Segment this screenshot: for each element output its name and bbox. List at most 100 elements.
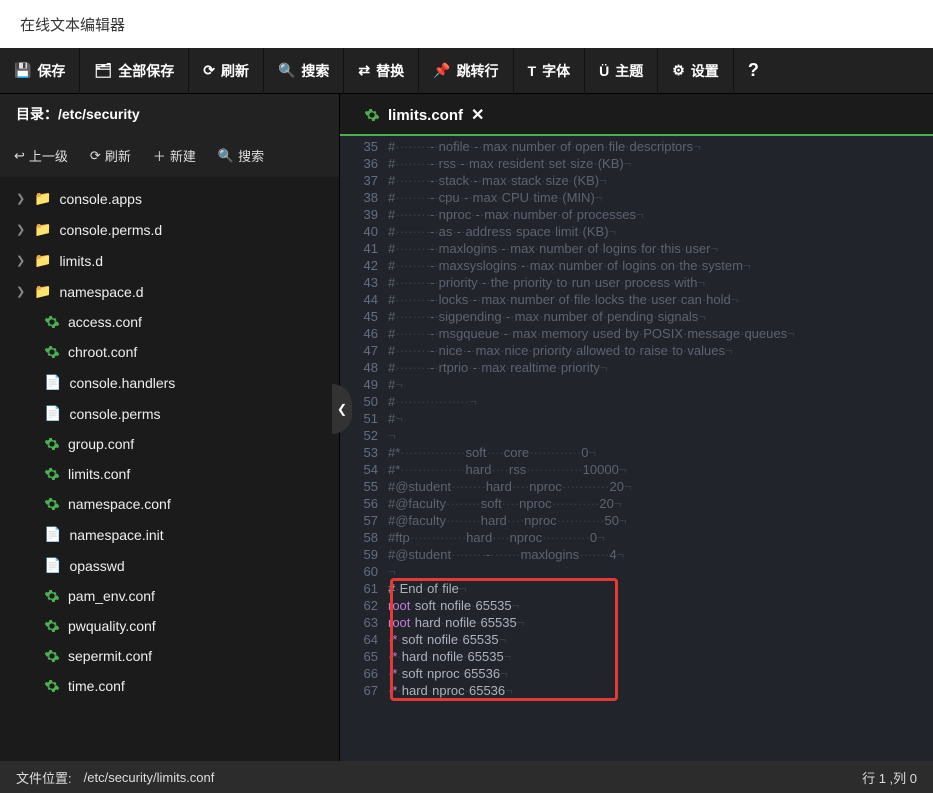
file-icon: 📄 — [44, 405, 61, 422]
gear-icon — [44, 588, 60, 604]
settings-label: 设置 — [691, 61, 719, 81]
editor: limits.conf ✕ 35363738394041424344454647… — [340, 94, 933, 761]
up-icon: ↩ — [14, 148, 25, 164]
plus-icon: ＋ — [153, 146, 166, 165]
settings-button[interactable]: ⚙ 设置 — [658, 48, 733, 94]
search-button[interactable]: 🔍 搜索 — [264, 48, 343, 94]
gear-icon: ⚙ — [672, 62, 685, 79]
tree-item[interactable]: 📄 namespace.init — [0, 519, 339, 550]
file-icon: 📄 — [44, 557, 61, 574]
theme-label: 主题 — [615, 61, 643, 81]
app-title: 在线文本编辑器 — [20, 14, 125, 35]
up-button[interactable]: ↩上一级 — [4, 140, 78, 171]
gear-icon — [44, 618, 60, 634]
replace-button[interactable]: ⇄ 替换 — [344, 48, 418, 94]
tree-item[interactable]: 📄opasswd — [0, 550, 339, 581]
tree-item[interactable]: access.conf — [0, 307, 339, 337]
folder-icon: 📁 — [34, 190, 51, 207]
sidebar-path: 目录：/etc/security — [0, 94, 339, 134]
code-area[interactable]: 3536373839404142434445464748495051525354… — [340, 136, 933, 761]
tree-item[interactable]: pwquality.conf — [0, 611, 339, 641]
save-button[interactable]: 💾 保存 — [0, 48, 79, 94]
gear-icon — [44, 466, 60, 482]
item-label: console.perms — [69, 406, 160, 422]
item-label: console.apps — [59, 191, 142, 207]
item-label: namespace.conf — [68, 496, 171, 512]
tree-item[interactable]: ❯📁namespace.d — [0, 276, 339, 307]
tree-item[interactable]: ❯📁console.perms.d — [0, 214, 339, 245]
refresh-icon: ⟳ — [90, 148, 101, 164]
save-all-label: 全部保存 — [118, 61, 174, 81]
item-label: limits.conf — [68, 466, 130, 482]
tree-item[interactable]: limits.conf — [0, 459, 339, 489]
tree-item[interactable]: 📄 console.perms — [0, 398, 339, 429]
status-label: 文件位置: — [16, 768, 72, 787]
replace-icon: ⇄ — [358, 62, 370, 79]
tree-item[interactable]: chroot.conf — [0, 337, 339, 367]
item-label: namespace.init — [69, 527, 163, 543]
goto-line-button[interactable]: 📌 跳转行 — [419, 48, 512, 94]
replace-label: 替换 — [376, 61, 404, 81]
code-content[interactable]: #········-·nofile·-·max·number·of·open·f… — [388, 136, 933, 761]
path-label: 目录： — [16, 106, 58, 122]
help-label: ? — [748, 60, 759, 81]
path-value: /etc/security — [58, 106, 140, 122]
refresh-button[interactable]: ⟳ 刷新 — [189, 48, 263, 94]
status-path: /etc/security/limits.conf — [84, 770, 215, 785]
chevron-right-icon: ❯ — [16, 285, 26, 298]
item-label: group.conf — [68, 436, 134, 452]
gear-icon — [364, 107, 380, 123]
tree-item[interactable]: ❯📁limits.d — [0, 245, 339, 276]
sb-refresh-button[interactable]: ⟳刷新 — [80, 140, 141, 171]
search-label: 搜索 — [301, 61, 329, 81]
item-label: chroot.conf — [68, 344, 137, 360]
item-label: console.handlers — [69, 375, 175, 391]
sidebar: 目录：/etc/security ↩上一级 ⟳刷新 ＋新建 🔍搜索 ❯📁cons… — [0, 94, 340, 761]
item-label: time.conf — [68, 678, 125, 694]
tree-item[interactable]: ❯📁console.apps — [0, 183, 339, 214]
gear-icon — [44, 496, 60, 512]
file-icon: 📄 — [44, 526, 61, 543]
line-gutter: 3536373839404142434445464748495051525354… — [340, 136, 388, 761]
item-label: access.conf — [68, 314, 142, 330]
item-label: pam_env.conf — [68, 588, 155, 604]
toolbar: 💾 保存 🗂 全部保存 ⟳ 刷新 🔍 搜索 ⇄ 替换 📌 跳转行 T 字体 Ü … — [0, 48, 933, 94]
goto-icon: 📌 — [433, 62, 450, 79]
main: 目录：/etc/security ↩上一级 ⟳刷新 ＋新建 🔍搜索 ❯📁cons… — [0, 94, 933, 761]
save-label: 保存 — [37, 61, 65, 81]
theme-button[interactable]: Ü 主题 — [585, 48, 657, 94]
tree-item[interactable]: time.conf — [0, 671, 339, 701]
gear-icon — [44, 314, 60, 330]
search-icon: 🔍 — [278, 62, 295, 79]
save-all-button[interactable]: 🗂 全部保存 — [80, 48, 188, 94]
item-label: sepermit.conf — [68, 648, 152, 664]
help-button[interactable]: ? — [734, 48, 764, 94]
cursor-position: 行 1 ,列 0 — [862, 768, 917, 787]
tab-label: limits.conf — [388, 107, 463, 124]
goto-label: 跳转行 — [457, 61, 499, 81]
gear-icon — [44, 678, 60, 694]
chevron-right-icon: ❯ — [16, 223, 26, 236]
save-all-icon: 🗂 — [94, 62, 112, 79]
font-label: 字体 — [542, 61, 570, 81]
folder-icon: 📁 — [34, 283, 51, 300]
tab-limits-conf[interactable]: limits.conf ✕ — [350, 96, 498, 134]
sb-search-button[interactable]: 🔍搜索 — [208, 140, 274, 171]
gear-icon — [44, 436, 60, 452]
close-icon[interactable]: ✕ — [471, 105, 484, 125]
search-icon: 🔍 — [218, 148, 234, 164]
tabs: limits.conf ✕ — [340, 94, 933, 136]
new-button[interactable]: ＋新建 — [143, 140, 206, 171]
tree-item[interactable]: pam_env.conf — [0, 581, 339, 611]
tree-item[interactable]: namespace.conf — [0, 489, 339, 519]
font-button[interactable]: T 字体 — [514, 48, 585, 94]
tree-item[interactable]: sepermit.conf — [0, 641, 339, 671]
item-label: limits.d — [59, 253, 103, 269]
tree-item[interactable]: group.conf — [0, 429, 339, 459]
titlebar: 在线文本编辑器 — [0, 0, 933, 48]
tree-item[interactable]: 📄console.handlers — [0, 367, 339, 398]
save-icon: 💾 — [14, 62, 31, 79]
sidebar-tools: ↩上一级 ⟳刷新 ＋新建 🔍搜索 — [0, 134, 339, 177]
file-tree[interactable]: ❯📁console.apps❯📁console.perms.d❯📁limits.… — [0, 177, 339, 761]
refresh-label: 刷新 — [221, 61, 249, 81]
